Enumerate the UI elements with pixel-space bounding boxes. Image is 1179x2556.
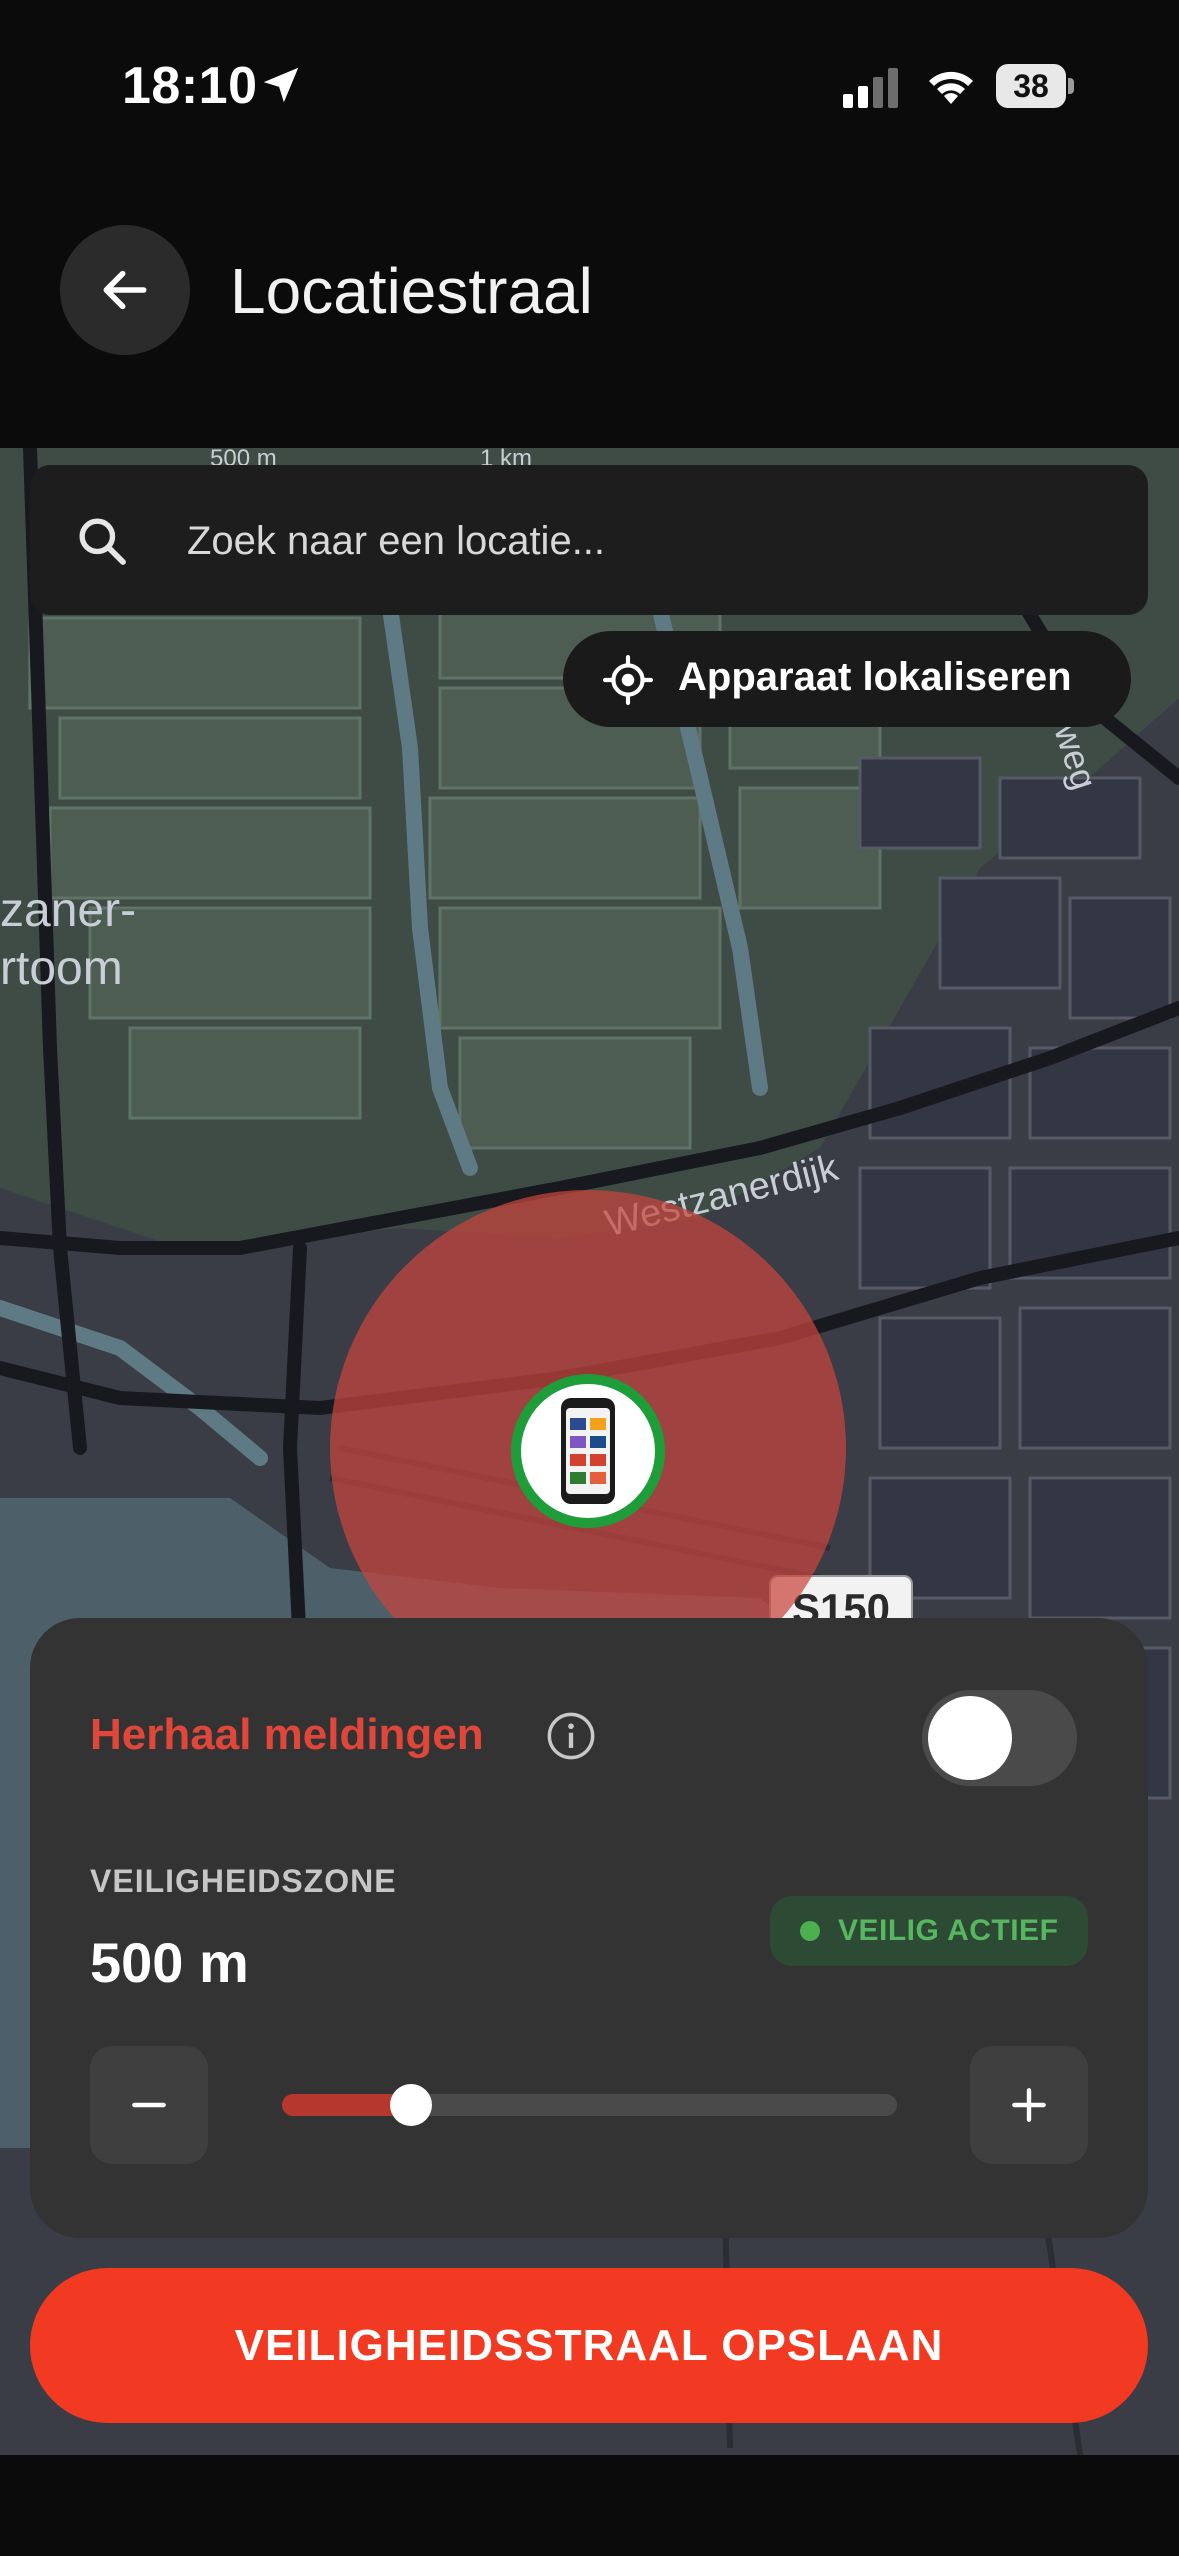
decrease-radius-button[interactable] [90,2046,208,2164]
map-place-label: rtoom [0,942,123,995]
header: Locatiestraal [0,170,1179,448]
search-input[interactable] [185,495,1089,587]
device-marker[interactable] [511,1374,665,1528]
crosshair-icon [603,655,653,705]
radius-slider-thumb[interactable] [390,2084,433,2126]
locate-device-label: Apparaat lokaliseren [678,655,1072,699]
arrow-left-icon [103,270,147,310]
status-dot-icon [800,1921,820,1941]
status-badge: VEILIG ACTIEF [770,1896,1088,1966]
location-arrow-icon [263,67,299,103]
toggle-knob [928,1696,1012,1780]
bottom-bar [0,2455,1179,2556]
minus-icon [132,2102,166,2108]
info-icon[interactable] [545,1710,597,1762]
back-button[interactable] [60,225,190,355]
locate-device-button[interactable]: Apparaat lokaliseren [563,631,1131,727]
battery-level: 38 [996,64,1066,108]
safety-zone-value: 500 m [90,1931,249,1994]
radius-slider[interactable] [282,2084,897,2126]
status-time: 18:10 [122,57,258,115]
map-place-label: zaner- [0,884,136,937]
repeat-notifications-toggle[interactable] [922,1690,1077,1786]
plus-icon [1012,2088,1046,2122]
cellular-signal-icon [843,68,898,108]
repeat-notifications-label: Herhaal meldingen [90,1710,484,1759]
wifi-icon [929,71,973,104]
page-title: Locatiestraal [230,255,593,327]
battery-icon: 38 [996,64,1074,108]
increase-radius-button[interactable] [970,2046,1088,2164]
safety-zone-panel: Herhaal meldingen VEILIGHEIDSZONE 500 m … [30,1618,1148,2238]
status-bar: 18:10 38 [0,0,1179,170]
safety-zone-label: VEILIGHEIDSZONE [90,1863,397,1899]
search-bar [30,465,1148,615]
status-badge-text: VEILIG ACTIEF [838,1914,1059,1947]
save-button-label: VEILIGHEIDSSTRAAL OPSLAAN [234,2320,944,2370]
search-icon [79,518,126,565]
save-safety-radius-button[interactable]: VEILIGHEIDSSTRAAL OPSLAAN [30,2268,1148,2423]
